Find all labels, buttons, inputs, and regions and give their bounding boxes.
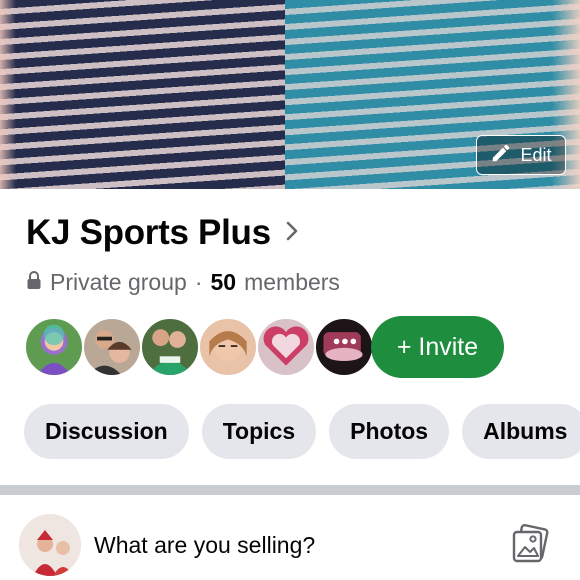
section-divider (0, 485, 580, 495)
tab-topics[interactable]: Topics (201, 404, 317, 459)
tab-albums[interactable]: Albums (462, 404, 580, 459)
tab-discussion[interactable]: Discussion (24, 404, 189, 459)
privacy-label: Private group (50, 269, 187, 295)
edit-cover-button[interactable]: Edit (476, 135, 566, 175)
group-meta: Private group · 50 members (26, 269, 340, 296)
cover-stripes-navy (0, 0, 290, 189)
group-title: KJ Sports Plus (26, 213, 271, 252)
edit-label: Edit (520, 144, 552, 165)
cover-photo[interactable]: Edit (0, 0, 580, 189)
member-word: members (244, 269, 340, 295)
cover-edge-left (0, 0, 16, 189)
avatar[interactable] (256, 317, 316, 377)
avatar[interactable] (19, 514, 81, 576)
avatar[interactable] (314, 317, 374, 377)
chevron-right-icon (285, 220, 299, 247)
group-tabs: Discussion Topics Photos Albums (24, 404, 580, 459)
meta-separator: · (194, 269, 203, 295)
photo-icon[interactable] (510, 523, 552, 565)
lock-icon (26, 269, 42, 296)
avatar[interactable] (140, 317, 200, 377)
avatar[interactable] (198, 317, 258, 377)
group-title-row[interactable]: KJ Sports Plus (26, 213, 299, 253)
pencil-icon (490, 142, 512, 169)
avatar[interactable] (24, 317, 84, 377)
post-composer: What are you selling? (0, 495, 580, 580)
avatar[interactable] (82, 317, 142, 377)
member-count[interactable]: 50 (210, 269, 236, 296)
invite-button[interactable]: + Invite (371, 316, 504, 378)
tab-photos[interactable]: Photos (329, 404, 450, 459)
composer-placeholder[interactable]: What are you selling? (94, 532, 315, 559)
